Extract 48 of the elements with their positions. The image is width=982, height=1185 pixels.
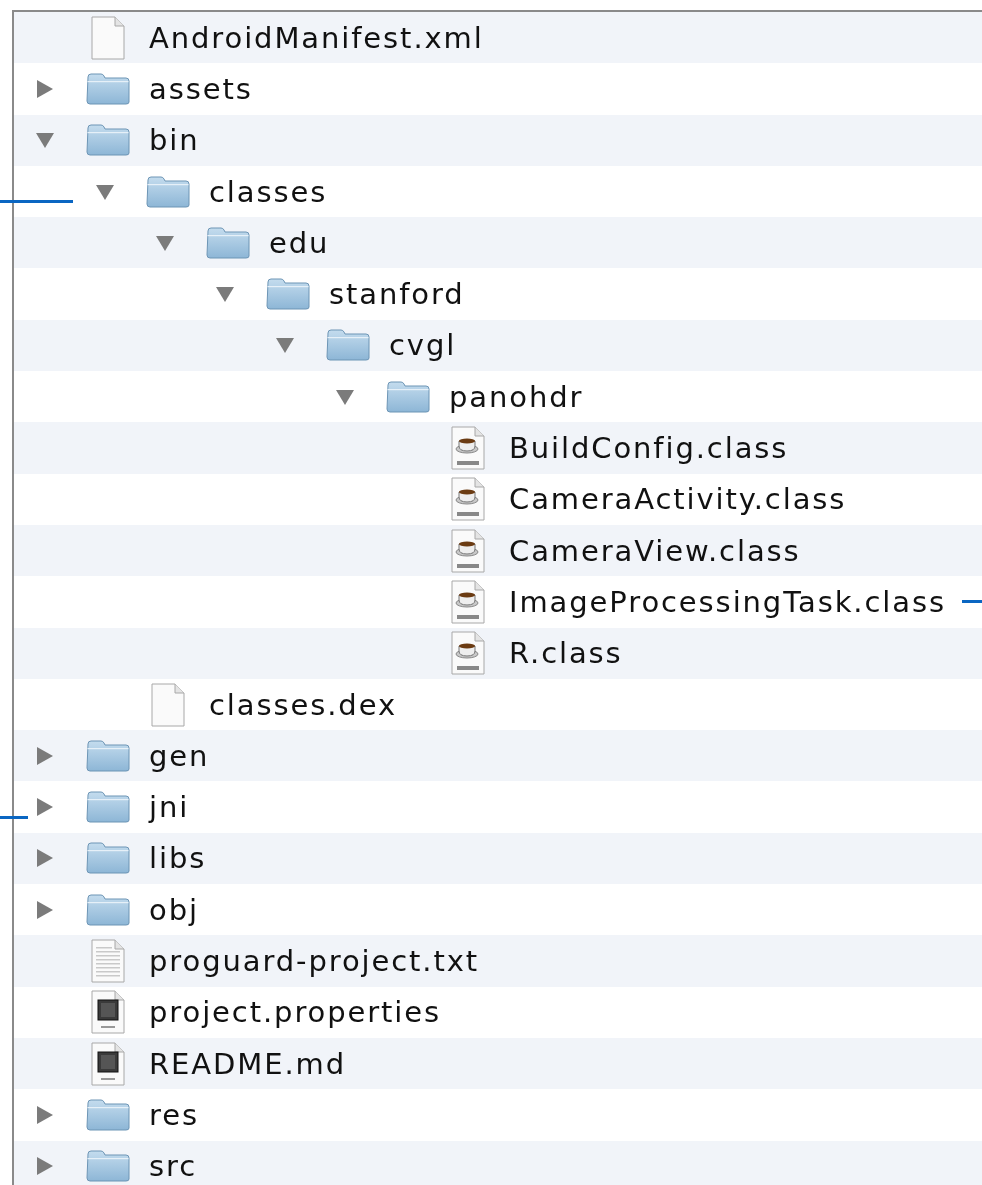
expand-triangle-icon[interactable]: [36, 1105, 54, 1124]
tree-row[interactable]: bin: [14, 114, 982, 166]
collapse-triangle-icon[interactable]: [36, 131, 54, 150]
file-name: CameraActivity.class: [509, 482, 847, 517]
file-name: edu: [269, 225, 330, 260]
collapse-triangle-icon[interactable]: [156, 233, 174, 252]
file-name: obj: [149, 892, 199, 927]
file-name: panohdr: [449, 379, 584, 414]
tree-row[interactable]: README.md: [14, 1037, 982, 1090]
expand-triangle-icon[interactable]: [36, 79, 54, 98]
file-name: ImageProcessingTask.class: [509, 584, 946, 619]
expand-triangle-icon[interactable]: [36, 849, 54, 868]
tree-row[interactable]: proguard-project.txt: [14, 935, 982, 987]
tree-row[interactable]: CameraView.class: [14, 524, 982, 577]
tree-row[interactable]: edu: [14, 217, 982, 269]
collapse-triangle-icon[interactable]: [336, 387, 354, 406]
file-name: proguard-project.txt: [149, 944, 480, 978]
file-name: res: [149, 1097, 199, 1132]
tree-row[interactable]: gen: [14, 730, 982, 782]
collapse-triangle-icon[interactable]: [276, 336, 294, 355]
expand-triangle-icon[interactable]: [36, 746, 54, 765]
file-name: jni: [149, 790, 190, 825]
file-name: libs: [149, 841, 207, 876]
file-name: stanford: [329, 277, 465, 312]
file-name: R.class: [509, 636, 623, 671]
file-name: gen: [149, 738, 210, 773]
tree-row[interactable]: libs: [14, 832, 982, 885]
expand-triangle-icon[interactable]: [36, 1157, 54, 1176]
collapse-triangle-icon[interactable]: [96, 182, 114, 201]
collapse-triangle-icon[interactable]: [216, 285, 234, 304]
tree-row[interactable]: AndroidManifest.xml: [14, 12, 982, 64]
tree-row[interactable]: src: [14, 1140, 982, 1185]
tree-row[interactable]: BuildConfig.class: [14, 422, 982, 474]
file-name: README.md: [149, 1046, 346, 1081]
file-name: assets: [149, 71, 253, 106]
expand-triangle-icon[interactable]: [36, 798, 54, 817]
file-name: src: [149, 1149, 198, 1184]
expand-triangle-icon[interactable]: [36, 900, 54, 919]
tree-row[interactable]: R.class: [14, 627, 982, 679]
file-name: classes: [209, 174, 328, 209]
file-name: project.properties: [149, 995, 442, 1030]
file-name: CameraView.class: [509, 533, 801, 568]
file-name: bin: [149, 123, 200, 158]
file-name: cvgl: [389, 328, 457, 363]
file-name: classes.dex: [209, 687, 397, 722]
tree-row[interactable]: cvgl: [14, 319, 982, 372]
file-name: AndroidManifest.xml: [149, 20, 484, 55]
file-name: BuildConfig.class: [509, 431, 789, 465]
